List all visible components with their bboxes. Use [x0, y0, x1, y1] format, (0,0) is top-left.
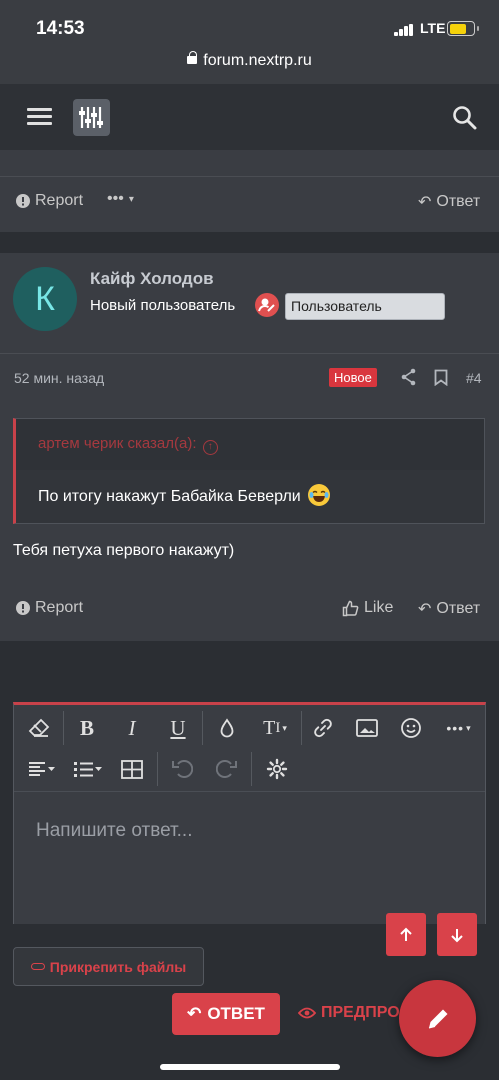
bold-icon[interactable]: B [70, 711, 104, 745]
underline-icon[interactable]: U [161, 711, 195, 745]
align-icon[interactable] [22, 752, 62, 786]
up-arrow-circle-icon: ↑ [202, 440, 218, 455]
post-time[interactable]: 52 мин. назад [14, 370, 104, 386]
previous-post-footer: Report ••• ▾ ↶ Ответ [0, 150, 499, 232]
arrow-down-icon [451, 928, 463, 942]
report-label: Report [35, 599, 84, 616]
status-bar: 14:53 LTE forum.nextrp.ru [0, 0, 499, 84]
reply-textarea[interactable] [14, 791, 485, 924]
smiley-icon[interactable] [394, 711, 428, 745]
report-label: Report [35, 192, 84, 209]
settings-gear-icon[interactable] [260, 752, 294, 786]
preview-button[interactable]: ПРЕДПРО [298, 1004, 400, 1022]
more-options-button[interactable]: ••• ▾ [107, 190, 134, 208]
table-icon[interactable] [115, 752, 149, 786]
address-bar[interactable]: forum.nextrp.ru [0, 51, 499, 70]
reply-editor: B I U T I ▾ ••• ▾ Напишите ответ... [13, 702, 486, 924]
font-size-icon[interactable]: T I ▾ [254, 711, 296, 745]
reply-arrow-icon: ↶ [187, 1004, 202, 1023]
submit-reply-button[interactable]: ↶ ОТВЕТ [172, 993, 280, 1035]
preview-label: ПРЕДПРО [321, 1004, 400, 1021]
more-tools-icon[interactable]: ••• ▾ [439, 711, 479, 745]
reply-label: Ответ [436, 193, 481, 210]
alert-icon [16, 601, 30, 615]
report-button[interactable]: Report [16, 192, 83, 210]
thumbs-up-icon [342, 600, 359, 616]
quote-text-row: По итогу накажут Бабайка Беверли [38, 484, 331, 508]
laughing-emoji-icon [308, 484, 331, 506]
quote-header[interactable]: артем черик сказал(а): ↑ [16, 419, 484, 470]
post-reply-button[interactable]: ↶ Ответ [418, 599, 480, 619]
undo-icon[interactable] [165, 752, 199, 786]
alert-icon [16, 194, 30, 208]
eye-icon [298, 1007, 316, 1019]
pencil-icon [428, 1009, 447, 1028]
url-text: forum.nextrp.ru [203, 52, 312, 69]
paperclip-icon [30, 963, 45, 970]
scroll-down-button[interactable] [437, 913, 477, 956]
scroll-up-button[interactable] [386, 913, 426, 956]
reply-label: Ответ [436, 600, 481, 617]
post-message: Тебя петуха первого накажут) [13, 542, 235, 559]
attach-files-button[interactable]: Прикрепить файлы [13, 947, 204, 986]
redo-icon[interactable] [210, 752, 244, 786]
image-icon[interactable] [350, 711, 384, 745]
submit-label: ОТВЕТ [207, 1004, 265, 1023]
quote-text: По итогу накажут Бабайка Беверли [38, 488, 301, 506]
site-logo[interactable] [73, 99, 110, 136]
menu-icon[interactable] [27, 108, 52, 126]
user-role-badge: Пользователь [285, 293, 445, 320]
lock-icon [187, 51, 198, 64]
share-icon[interactable] [401, 368, 417, 391]
network-type: LTE [420, 20, 446, 36]
caret-down-icon: ▾ [128, 193, 134, 205]
like-button[interactable]: Like [342, 599, 393, 617]
arrow-up-icon [400, 927, 412, 941]
post-report-button[interactable]: Report [16, 599, 83, 617]
user-title: Новый пользователь [90, 297, 236, 314]
clock: 14:53 [36, 18, 85, 39]
avatar[interactable]: К [13, 267, 77, 331]
signal-icon [394, 24, 416, 36]
reply-button[interactable]: ↶ Ответ [418, 192, 480, 212]
post-number[interactable]: #4 [466, 370, 482, 386]
more-label: ••• [107, 190, 124, 207]
quote-author: артем черик сказал(а): [38, 435, 197, 452]
forum-navbar [0, 84, 499, 150]
eraser-icon[interactable] [22, 711, 56, 745]
color-drop-icon[interactable] [210, 711, 244, 745]
post-divider [0, 353, 499, 354]
reply-arrow-icon: ↶ [418, 194, 432, 211]
username[interactable]: Кайф Холодов [90, 269, 214, 289]
list-icon[interactable] [68, 752, 108, 786]
search-icon[interactable] [452, 105, 478, 131]
home-indicator [160, 1064, 340, 1070]
bookmark-icon[interactable] [434, 369, 448, 391]
attach-label: Прикрепить файлы [49, 958, 187, 975]
like-label: Like [364, 599, 394, 616]
link-icon[interactable] [306, 711, 340, 745]
italic-icon[interactable]: I [115, 711, 149, 745]
battery-icon [447, 21, 479, 36]
reply-placeholder: Напишите ответ... [36, 820, 193, 841]
reply-arrow-icon: ↶ [418, 601, 432, 618]
quote-block: артем черик сказал(а): ↑ По итогу накажу… [13, 418, 485, 524]
new-badge: Новое [329, 368, 377, 387]
user-badge-icon [255, 293, 279, 317]
compose-fab[interactable] [399, 980, 476, 1057]
